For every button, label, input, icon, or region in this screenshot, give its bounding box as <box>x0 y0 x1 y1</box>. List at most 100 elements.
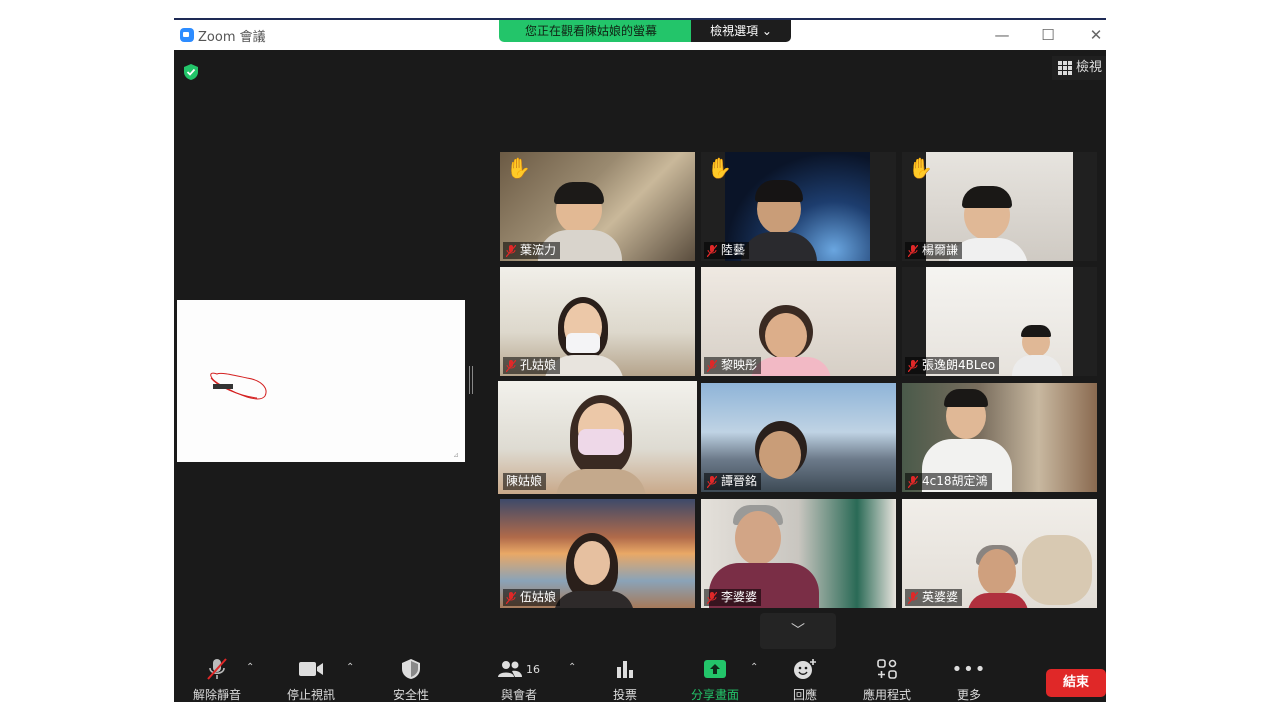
video-options-caret-icon[interactable]: ⌃ <box>346 662 354 673</box>
split-divider-handle[interactable] <box>468 366 474 394</box>
video-tile[interactable]: ✋ 楊爾謙 <box>902 152 1097 261</box>
chevron-down-icon: ﹀ <box>791 623 805 639</box>
participant-name: 黎映彤 <box>721 358 758 372</box>
zoom-logo-icon <box>180 28 194 42</box>
view-button-label: 檢視 <box>1075 60 1102 75</box>
participants-options-caret-icon[interactable]: ⌃ <box>568 662 576 673</box>
raised-hand-icon: ✋ <box>506 156 531 180</box>
participant-count: 16 <box>526 662 540 676</box>
maximize-icon[interactable]: ☐ <box>1038 25 1058 45</box>
svg-text:⊿: ⊿ <box>453 451 459 459</box>
participant-name-tag: 張逸朗4BLeo <box>905 357 1000 374</box>
shared-screen-content[interactable]: ⊿ <box>177 300 465 462</box>
annotation-drawing: ⊿ <box>210 372 459 459</box>
reactions-button[interactable]: 回應 <box>776 656 834 702</box>
video-tile[interactable]: 譚晉銘 <box>701 383 896 492</box>
participant-name-tag: 4c18胡定鴻 <box>905 473 992 490</box>
participant-name: 陳姑娘 <box>506 474 543 488</box>
muted-mic-icon <box>908 475 918 488</box>
muted-mic-icon <box>506 591 516 604</box>
muted-mic-icon <box>707 244 717 257</box>
video-tile[interactable]: 伍姑娘 <box>500 499 695 608</box>
share-screen-arrow-icon <box>704 660 726 678</box>
end-meeting-button[interactable]: 結束 <box>1046 669 1106 697</box>
security-shield-icon <box>402 659 420 679</box>
viewing-share-message: 您正在觀看陳姑娘的螢幕 <box>499 20 691 42</box>
muted-mic-icon <box>707 591 717 604</box>
smiley-reaction-icon <box>794 659 816 679</box>
muted-mic-icon <box>707 475 717 488</box>
polls-label: 投票 <box>612 688 637 702</box>
participant-name: 張逸朗4BLeo <box>922 358 996 372</box>
participant-name: 譚晉銘 <box>721 474 758 488</box>
window-title: Zoom 會議 <box>198 30 266 45</box>
raised-hand-icon: ✋ <box>707 156 732 180</box>
participant-name-tag: 楊爾謙 <box>905 242 963 259</box>
video-camera-icon <box>299 662 323 676</box>
participant-name-tag: 伍姑娘 <box>503 589 561 606</box>
unmute-button[interactable]: 解除靜音 <box>188 656 246 702</box>
hide-video-panel-button[interactable]: ﹀ <box>760 613 836 649</box>
gallery-grid-icon <box>1057 61 1072 75</box>
participant-name-tag: 孔姑娘 <box>503 357 561 374</box>
participants-button[interactable]: 16 與會者 <box>490 656 548 702</box>
participant-name-tag: 英婆婆 <box>905 589 963 606</box>
video-tile[interactable]: 黎映彤 <box>701 267 896 376</box>
participant-name-tag: 李婆婆 <box>704 589 762 606</box>
participant-name: 英婆婆 <box>922 590 959 604</box>
participants-label: 與會者 <box>500 688 537 702</box>
participant-name: 楊爾謙 <box>922 243 959 257</box>
more-button[interactable]: ••• 更多 <box>940 656 998 703</box>
muted-mic-icon <box>506 359 516 372</box>
participant-name-tag: 葉浤力 <box>503 242 561 259</box>
minimize-icon[interactable]: — <box>992 25 1012 45</box>
muted-mic-icon <box>908 244 918 257</box>
share-screen-button[interactable]: 分享畫面 <box>686 656 744 702</box>
participant-name: 陸藝 <box>721 243 746 257</box>
screen-share-banner: 您正在觀看陳姑娘的螢幕 檢視選項 ⌄ <box>499 20 791 42</box>
participant-name-tag: 譚晉銘 <box>704 473 762 490</box>
view-button[interactable]: 檢視 <box>1051 56 1106 80</box>
security-button[interactable]: 安全性 <box>382 656 440 702</box>
unmute-label: 解除靜音 <box>192 688 241 702</box>
zoom-window: Zoom 會議 — ☐ ✕ 您正在觀看陳姑娘的螢幕 檢視選項 ⌄ 檢視 ⊿ ✋ … <box>174 20 1106 702</box>
close-icon[interactable]: ✕ <box>1086 25 1106 45</box>
security-label: 安全性 <box>392 688 429 702</box>
bar-chart-icon <box>617 661 633 678</box>
apps-button[interactable]: 應用程式 <box>854 656 920 702</box>
more-label: 更多 <box>956 688 981 702</box>
muted-mic-icon <box>707 359 717 372</box>
video-tile[interactable]: ✋ 陸藝 <box>701 152 896 261</box>
share-options-caret-icon[interactable]: ⌃ <box>750 662 758 673</box>
participant-name: 伍姑娘 <box>520 590 557 604</box>
apps-label: 應用程式 <box>862 688 911 702</box>
apps-icon <box>877 659 897 679</box>
participant-name: 葉浤力 <box>520 243 557 257</box>
audio-options-caret-icon[interactable]: ⌃ <box>246 662 254 673</box>
encryption-shield-icon[interactable] <box>184 64 198 80</box>
muted-mic-icon <box>908 591 918 604</box>
stop-video-label: 停止視訊 <box>286 688 335 702</box>
muted-mic-icon <box>908 359 918 372</box>
participant-name: 4c18胡定鴻 <box>922 474 988 488</box>
muted-microphone-icon <box>207 658 227 680</box>
video-tile[interactable]: 李婆婆 <box>701 499 896 608</box>
participant-name-tag: 陸藝 <box>704 242 750 259</box>
polls-button[interactable]: 投票 <box>596 656 654 702</box>
participants-icon <box>498 661 522 677</box>
video-tile-active-speaker[interactable]: 陳姑娘 <box>498 381 697 494</box>
video-tile[interactable]: 4c18胡定鴻 <box>902 383 1097 492</box>
raised-hand-icon: ✋ <box>908 156 933 180</box>
share-screen-label: 分享畫面 <box>690 688 739 702</box>
video-tile[interactable]: 張逸朗4BLeo <box>902 267 1097 376</box>
more-dots-icon: ••• <box>951 658 987 680</box>
participant-name-tag: 黎映彤 <box>704 357 762 374</box>
reactions-label: 回應 <box>792 688 817 702</box>
participant-name: 孔姑娘 <box>520 358 557 372</box>
meeting-toolbar: 解除靜音 ⌃ 停止視訊 ⌃ 安全性 16 與會者 ⌃ 投票 分享畫面 ⌃ 回應 … <box>174 656 1106 702</box>
video-tile[interactable]: 孔姑娘 <box>500 267 695 376</box>
video-tile[interactable]: ✋ 葉浤力 <box>500 152 695 261</box>
video-tile[interactable]: 英婆婆 <box>902 499 1097 608</box>
view-options-button[interactable]: 檢視選項 ⌄ <box>691 20 791 42</box>
stop-video-button[interactable]: 停止視訊 <box>282 656 340 702</box>
